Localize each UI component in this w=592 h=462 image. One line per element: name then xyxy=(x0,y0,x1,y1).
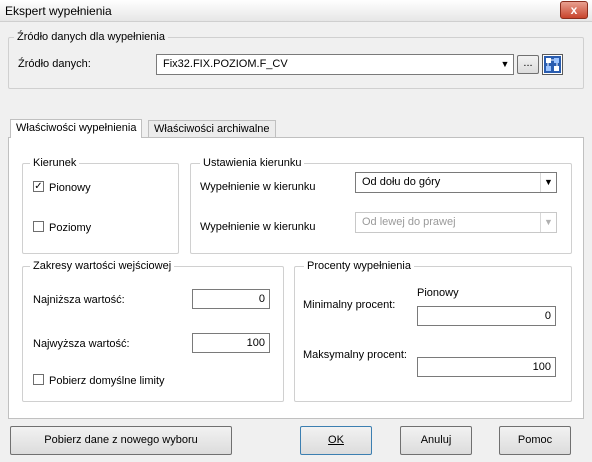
min-percent-input[interactable]: 0 xyxy=(417,306,556,326)
source-combo-value: Fix32.FIX.POZIOM.F_CV xyxy=(163,58,288,70)
checkmark-icon: ✓ xyxy=(34,181,43,192)
chevron-down-icon: ▼ xyxy=(540,173,556,192)
source-combo[interactable]: Fix32.FIX.POZIOM.F_CV ▼ xyxy=(156,54,514,75)
vertical-label: Pionowy xyxy=(49,182,91,194)
expression-builder-icon xyxy=(544,56,561,73)
vertical-checkbox[interactable]: ✓ xyxy=(33,181,44,192)
fill-direction-select-2: Od lewej do prawej ▼ xyxy=(355,212,557,233)
fill-direction-label-1: Wypełnienie w kierunku xyxy=(200,181,316,193)
min-value-input[interactable]: 0 xyxy=(192,289,270,309)
chevron-down-icon: ▼ xyxy=(500,59,510,69)
fill-direction-select-1[interactable]: Od dołu do góry ▼ xyxy=(355,172,557,193)
horizontal-checkbox[interactable] xyxy=(33,221,44,232)
input-range-label: Zakresy wartości wejściowej xyxy=(30,259,175,273)
fill-percent-label: Procenty wypełnienia xyxy=(304,259,414,273)
chevron-down-icon: ▼ xyxy=(540,213,556,232)
min-value-label: Najniższa wartość: xyxy=(33,294,125,306)
cancel-button[interactable]: Anuluj xyxy=(400,426,472,455)
browse-button[interactable]: ... xyxy=(517,55,539,74)
source-group-label: Źródło danych dla wypełnienia xyxy=(14,30,168,44)
default-limits-checkbox[interactable] xyxy=(33,374,44,385)
tab-fill-properties[interactable]: Właściwości wypełnienia xyxy=(10,119,143,138)
fetch-new-selection-button[interactable]: Pobierz dane z nowego wyboru xyxy=(10,426,232,455)
fill-percent-column-label: Pionowy xyxy=(417,287,459,299)
direction-group xyxy=(22,163,179,254)
max-value-input[interactable]: 100 xyxy=(192,333,270,353)
horizontal-label: Poziomy xyxy=(49,222,92,234)
ok-button[interactable]: OK xyxy=(300,426,372,455)
max-percent-label: Maksymalny procent: xyxy=(303,349,407,361)
expression-builder-button[interactable] xyxy=(542,54,563,75)
source-field-label: Źródło danych: xyxy=(18,58,91,70)
close-icon: x xyxy=(570,3,578,17)
title-bar: Ekspert wypełnienia x xyxy=(0,0,592,22)
direction-group-label: Kierunek xyxy=(30,156,80,170)
help-button[interactable]: Pomoc xyxy=(499,426,571,455)
window-title: Ekspert wypełnienia xyxy=(5,4,112,18)
default-limits-label: Pobierz domyślne limity xyxy=(49,375,165,387)
close-button[interactable]: x xyxy=(560,1,588,19)
max-percent-input[interactable]: 100 xyxy=(417,357,556,377)
direction-settings-label: Ustawienia kierunku xyxy=(200,156,305,170)
max-value-label: Najwyższa wartość: xyxy=(33,338,130,350)
min-percent-label: Minimalny procent: xyxy=(303,299,396,311)
fill-direction-label-2: Wypełnienie w kierunku xyxy=(200,221,316,233)
tab-archive-properties[interactable]: Właściwości archiwalne xyxy=(148,120,276,138)
